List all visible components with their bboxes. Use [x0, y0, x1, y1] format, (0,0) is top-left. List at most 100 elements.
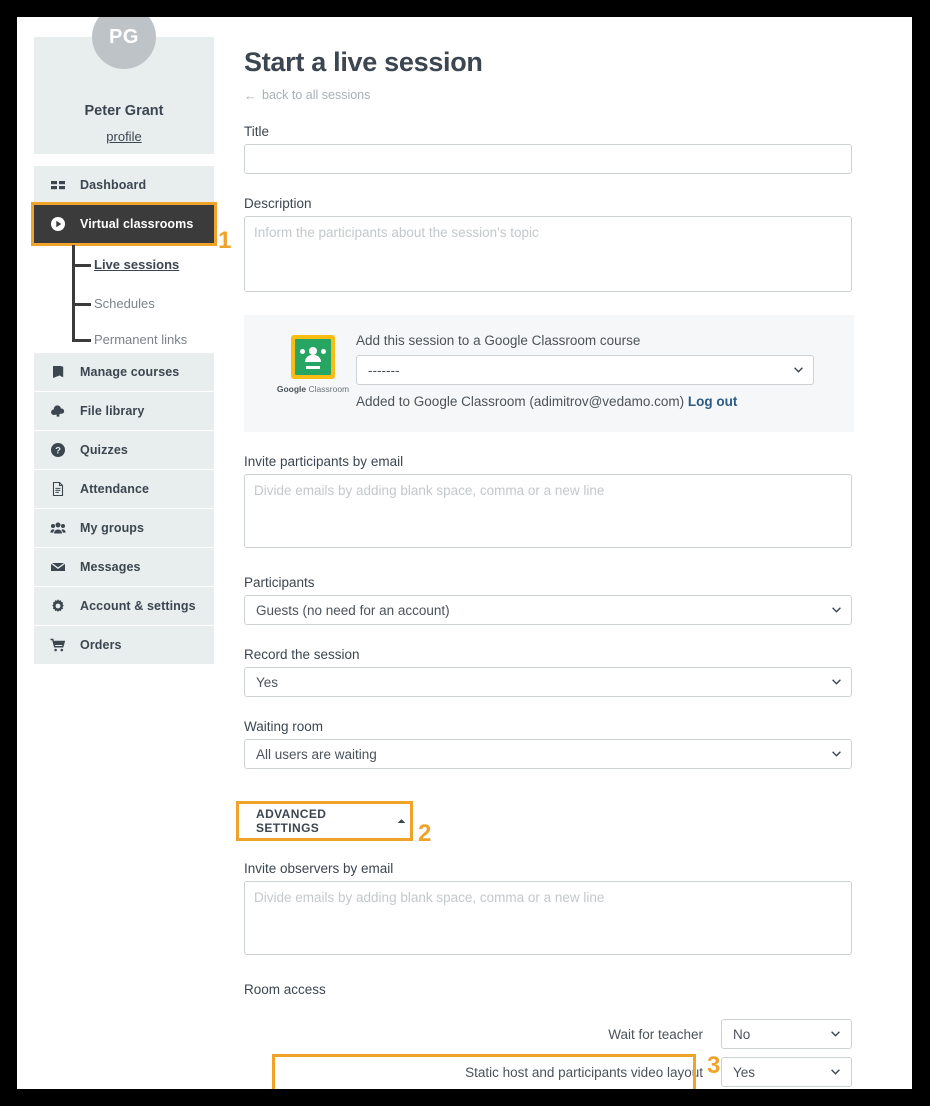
profile-name: Peter Grant: [84, 103, 164, 119]
room-access-row: Wait for teacher No: [244, 1015, 852, 1053]
sidebar-item-label: Attendance: [80, 482, 150, 496]
person-body-shape: [305, 355, 321, 362]
profile-card: PG Peter Grant profile: [34, 17, 214, 154]
wait-for-teacher-label: Wait for teacher: [608, 1026, 703, 1042]
google-classroom-logout-link[interactable]: Log out: [688, 394, 737, 409]
participants-select[interactable]: Guests (no need for an account): [244, 595, 852, 625]
chevron-down-icon: [832, 607, 841, 613]
sidebar-subitem-schedules[interactable]: Schedules: [94, 296, 155, 311]
sidebar-item-orders[interactable]: Orders: [34, 626, 214, 664]
callout-number-3: 3: [707, 1052, 721, 1079]
record-session-select[interactable]: Yes: [244, 667, 852, 697]
description-label: Description: [244, 196, 312, 211]
google-classroom-icon: [291, 335, 335, 379]
profile-link[interactable]: profile: [34, 129, 214, 144]
document-icon: [50, 481, 66, 497]
google-classroom-panel: Google Classroom Add this session to a G…: [244, 315, 854, 432]
waiting-room-value: All users are waiting: [256, 746, 377, 762]
chevron-down-icon: [832, 679, 841, 685]
person-left-dot: [300, 349, 305, 354]
users-icon: [50, 520, 66, 536]
page-title: Start a live session: [244, 47, 483, 77]
chalkboard-shape: [295, 339, 331, 375]
play-circle-icon: [50, 216, 66, 232]
room-access-rows: Wait for teacher No Static host and part…: [244, 1015, 884, 1089]
sidebar-subitem-permanent-links[interactable]: Permanent links: [94, 332, 187, 347]
google-classroom-caption-rest: Classroom: [306, 384, 350, 394]
tree-branch: [72, 339, 91, 342]
sidebar-item-label: Messages: [80, 560, 141, 574]
sidebar-subnav: Live sessions Schedules Permanent links: [34, 245, 214, 353]
question-circle-icon: ?: [50, 442, 66, 458]
wait-for-teacher-select[interactable]: No: [721, 1019, 852, 1049]
sidebar-item-label: Manage courses: [80, 365, 180, 379]
app-window: PG Peter Grant profile Dashboard Virtual…: [17, 17, 912, 1089]
sidebar-item-manage-courses[interactable]: Manage courses: [34, 353, 214, 391]
room-access-row: Static host and participants video layou…: [244, 1053, 852, 1089]
tree-branch: [72, 303, 91, 306]
back-to-all-sessions-link[interactable]: ← back to all sessions: [244, 88, 884, 102]
google-classroom-course-select[interactable]: -------: [356, 355, 814, 385]
wait-for-teacher-value: No: [733, 1026, 751, 1042]
google-classroom-logo-wrap: Google Classroom: [270, 331, 356, 432]
envelope-icon: [50, 559, 66, 575]
static-video-layout-select[interactable]: Yes: [721, 1057, 852, 1087]
participants-value: Guests (no need for an account): [256, 602, 450, 618]
sidebar-item-attendance[interactable]: Attendance: [34, 470, 214, 508]
title-label: Title: [244, 124, 270, 139]
tree-branch: [72, 264, 91, 267]
chevron-down-icon: [831, 1031, 840, 1037]
sidebar: PG Peter Grant profile Dashboard Virtual…: [31, 17, 217, 665]
participants-label: Participants: [244, 575, 315, 590]
static-video-layout-value: Yes: [733, 1064, 756, 1080]
room-access-label: Room access: [244, 982, 326, 997]
sidebar-item-account-settings[interactable]: Account & settings: [34, 587, 214, 625]
google-classroom-course-value: -------: [368, 362, 400, 378]
sidebar-item-label: Quizzes: [80, 443, 128, 457]
advanced-settings-label: ADVANCED SETTINGS: [256, 807, 327, 835]
static-video-layout-label: Static host and participants video layou…: [465, 1064, 703, 1080]
person-shape: [300, 347, 326, 363]
chevron-up-icon: [397, 818, 406, 824]
sidebar-subitem-live-sessions[interactable]: Live sessions: [94, 257, 179, 272]
waiting-room-select[interactable]: All users are waiting: [244, 739, 852, 769]
sidebar-item-quizzes[interactable]: ? Quizzes: [34, 431, 214, 469]
cart-icon: [50, 637, 66, 653]
invite-observers-label: Invite observers by email: [244, 861, 394, 876]
chevron-down-icon: [832, 751, 841, 757]
google-classroom-status: Added to Google Classroom (adimitrov@ved…: [356, 394, 854, 409]
advanced-settings-wrap: ADVANCED SETTINGS: [236, 801, 884, 841]
avatar: PG: [92, 17, 156, 69]
sidebar-item-dashboard[interactable]: Dashboard: [34, 166, 214, 204]
advanced-settings-toggle[interactable]: ADVANCED SETTINGS: [244, 803, 406, 839]
sidebar-item-messages[interactable]: Messages: [34, 548, 214, 586]
sidebar-item-label: Account & settings: [80, 599, 196, 613]
arrow-left-icon: ←: [244, 87, 257, 103]
invite-participants-textarea[interactable]: [244, 474, 852, 548]
tree-trunk: [72, 245, 75, 342]
sidebar-item-file-library[interactable]: File library: [34, 392, 214, 430]
record-session-value: Yes: [256, 674, 279, 690]
sidebar-item-my-groups[interactable]: My groups: [34, 509, 214, 547]
chevron-down-icon: [831, 1069, 840, 1075]
svg-text:?: ?: [55, 446, 61, 457]
sidebar-item-virtual-classrooms[interactable]: Virtual classrooms: [31, 202, 217, 246]
sidebar-nav: Dashboard Virtual classrooms Live sessio…: [31, 166, 217, 664]
google-classroom-status-text: Added to Google Classroom (adimitrov@ved…: [356, 394, 685, 409]
google-classroom-caption: Google Classroom: [270, 384, 356, 394]
sidebar-item-label: Dashboard: [80, 178, 147, 192]
book-icon: [50, 364, 66, 380]
title-input[interactable]: [244, 144, 852, 174]
description-textarea[interactable]: [244, 216, 852, 292]
waiting-room-label: Waiting room: [244, 719, 324, 734]
person-right-dot: [321, 349, 326, 354]
sidebar-item-label: My groups: [80, 521, 145, 535]
record-session-label: Record the session: [244, 647, 360, 662]
invite-participants-label: Invite participants by email: [244, 454, 404, 469]
google-classroom-caption-brand: Google: [276, 384, 307, 394]
google-classroom-heading: Add this session to a Google Classroom c…: [356, 333, 641, 348]
invite-observers-textarea[interactable]: [244, 881, 852, 955]
google-classroom-body: Add this session to a Google Classroom c…: [356, 331, 854, 432]
callout-number-2: 2: [418, 820, 432, 847]
gear-icon: [50, 598, 66, 614]
